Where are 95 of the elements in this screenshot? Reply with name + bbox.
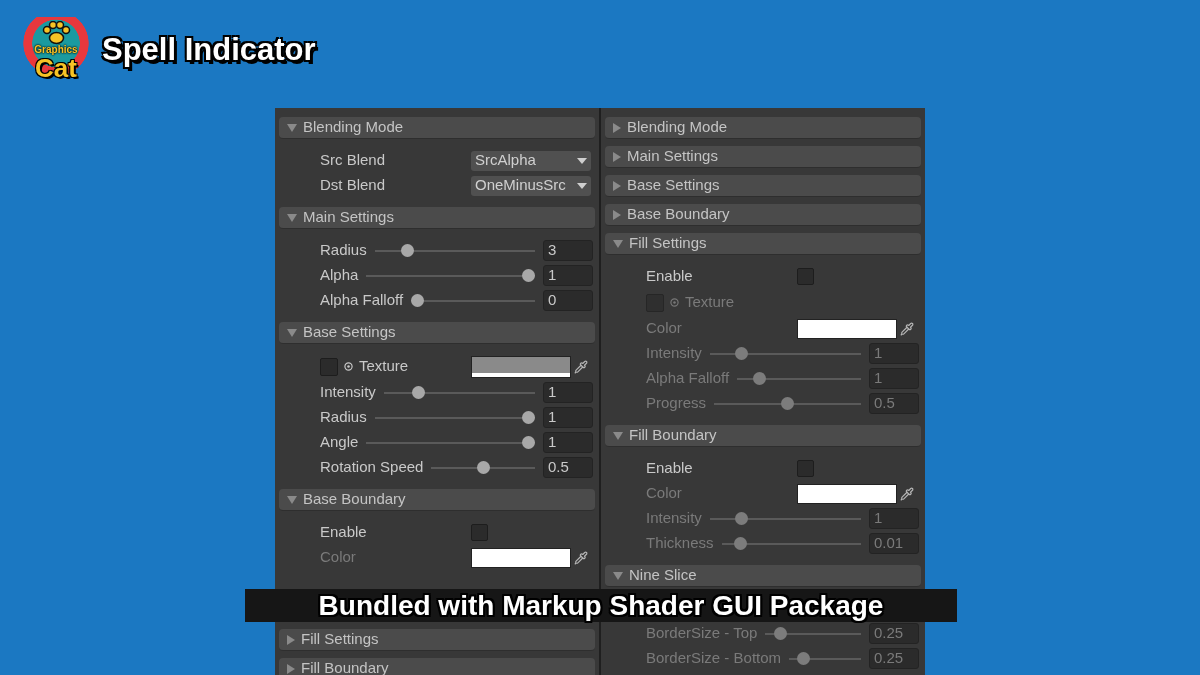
slider-track[interactable] — [411, 293, 535, 308]
field-label: Texture — [685, 292, 735, 313]
field-label: BorderSize - Bottom — [646, 648, 782, 669]
section-title: Blending Mode — [303, 117, 404, 138]
section-title: Fill Boundary — [629, 425, 717, 446]
number-field[interactable]: 1 — [543, 432, 593, 453]
dropdown[interactable]: OneMinusSrc — [471, 175, 591, 196]
section-title: Main Settings — [303, 207, 394, 228]
section-header[interactable]: Fill Settings — [279, 629, 595, 651]
section-title: Base Boundary — [303, 489, 406, 510]
slider-track[interactable] — [721, 536, 861, 551]
caption-text: Bundled with Markup Shader GUI Package — [318, 589, 884, 622]
number-field[interactable]: 0 — [543, 290, 593, 311]
checkbox[interactable] — [797, 460, 814, 477]
section-header[interactable]: Base Boundary — [605, 204, 921, 226]
field-label: Src Blend — [320, 150, 387, 171]
section-title: Blending Mode — [627, 117, 728, 138]
section-header[interactable]: Blending Mode — [605, 117, 921, 139]
slider-track[interactable] — [366, 268, 535, 283]
page-title: Spell Indicator — [102, 30, 316, 69]
slider-track[interactable] — [374, 243, 535, 258]
section-title: Base Settings — [627, 175, 720, 196]
section-title: Base Boundary — [627, 204, 730, 225]
slider-track[interactable] — [737, 371, 861, 386]
section-header[interactable]: Base Boundary — [279, 489, 595, 511]
slider-thumb[interactable] — [522, 436, 535, 449]
field-label: Alpha — [320, 265, 359, 286]
field-label: Radius — [320, 240, 367, 261]
section-title: Nine Slice — [629, 565, 697, 586]
number-field[interactable]: 1 — [543, 265, 593, 286]
field-label: Texture — [359, 356, 409, 377]
section-title: Fill Settings — [301, 629, 379, 650]
section-header[interactable]: Base Settings — [279, 322, 595, 344]
slider-track[interactable] — [765, 626, 861, 641]
eyedropper-icon — [900, 321, 914, 336]
section-title: Main Settings — [627, 146, 718, 167]
paw-icon — [41, 21, 71, 45]
slider-thumb[interactable] — [522, 411, 535, 424]
target-icon — [344, 362, 353, 371]
section-header[interactable]: Main Settings — [605, 146, 921, 168]
slider-thumb[interactable] — [476, 461, 490, 474]
caret-down-icon — [577, 157, 587, 164]
field-label: Angle — [320, 432, 359, 453]
section-header[interactable]: Base Settings — [605, 175, 921, 197]
field-label: Alpha Falloff — [646, 368, 730, 389]
slider-track[interactable] — [714, 396, 861, 411]
field-label: Progress — [646, 393, 707, 414]
section-header[interactable]: Nine Slice — [605, 565, 921, 587]
eyedropper-icon — [900, 486, 914, 501]
slider-track[interactable] — [383, 385, 535, 400]
texture-swatch[interactable] — [471, 355, 571, 378]
field-label: Enable — [646, 266, 694, 287]
section-header[interactable]: Blending Mode — [279, 117, 595, 139]
field-label: Dst Blend — [320, 175, 387, 196]
field-label: Intensity — [320, 382, 376, 403]
field-label: Thickness — [646, 533, 714, 554]
slider-track[interactable] — [709, 511, 861, 526]
slider-track[interactable] — [431, 460, 535, 475]
caret-down-icon — [577, 182, 587, 189]
slider-thumb[interactable] — [522, 269, 535, 282]
eyedropper-icon — [574, 359, 588, 374]
field-label: Radius — [320, 407, 367, 428]
checkbox[interactable] — [797, 268, 814, 285]
slider-track[interactable] — [709, 346, 861, 361]
number-field[interactable]: 3 — [543, 240, 593, 261]
checkbox[interactable] — [471, 524, 488, 541]
section-header[interactable]: Fill Boundary — [605, 425, 921, 447]
section-header[interactable]: Main Settings — [279, 207, 595, 229]
section-title: Fill Settings — [629, 233, 707, 254]
field-label: Intensity — [646, 508, 702, 529]
field-label: Alpha Falloff — [320, 290, 404, 311]
section-header[interactable]: Fill Settings — [605, 233, 921, 255]
number-field[interactable]: 1 — [543, 407, 593, 428]
field-label: Intensity — [646, 343, 702, 364]
slider-thumb[interactable] — [401, 244, 415, 257]
field-label: Color — [320, 547, 357, 568]
field-label: Rotation Speed — [320, 457, 424, 478]
logo-text: Graphics — [34, 45, 78, 55]
field-label: BorderSize - Top — [646, 623, 758, 644]
number-field[interactable]: 0.5 — [543, 457, 593, 478]
slider-thumb[interactable] — [411, 386, 425, 399]
field-label: Color — [646, 318, 683, 339]
slider-track[interactable] — [374, 410, 535, 425]
slider-track[interactable] — [366, 435, 535, 450]
target-icon — [670, 298, 679, 307]
field-label: Enable — [646, 458, 694, 479]
section-title: Base Settings — [303, 322, 396, 343]
slider-track[interactable] — [789, 651, 861, 666]
checkbox[interactable] — [320, 357, 338, 376]
eyedropper-icon — [574, 550, 588, 565]
field-label: Enable — [320, 522, 368, 543]
slider-thumb[interactable] — [411, 294, 425, 307]
number-field[interactable]: 1 — [543, 382, 593, 403]
field-label: Color — [646, 483, 683, 504]
dropdown[interactable]: SrcAlpha — [471, 150, 591, 171]
